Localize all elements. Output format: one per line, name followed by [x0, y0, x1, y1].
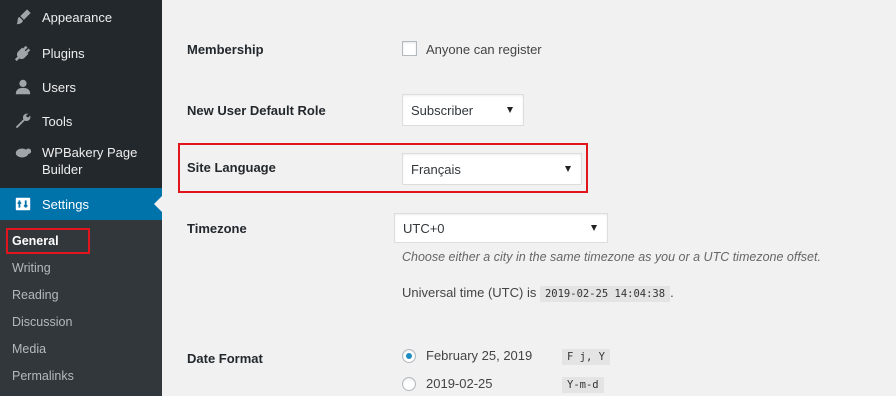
submenu-label: Permalinks	[12, 369, 74, 383]
submenu-label: Discussion	[12, 315, 73, 329]
utc-prefix: Universal time (UTC) is	[402, 285, 537, 300]
settings-icon	[12, 195, 34, 213]
membership-label: Membership	[187, 42, 264, 57]
sidebar-item-label: WPBakery Page Builder	[42, 145, 138, 177]
anyone-can-register-label[interactable]: Anyone can register	[426, 42, 542, 57]
site-language-select[interactable]: Français	[402, 153, 582, 185]
utc-suffix: .	[670, 285, 674, 300]
sidebar-item-plugins[interactable]: Plugins	[0, 40, 162, 66]
submenu-item-reading[interactable]: Reading	[8, 285, 63, 305]
submenu-item-writing[interactable]: Writing	[8, 258, 55, 278]
settings-content: Membership Anyone can register New User …	[162, 0, 896, 396]
chevron-down-icon	[591, 225, 597, 231]
default-role-select[interactable]: Subscriber	[402, 94, 524, 126]
date-format-option-1-label[interactable]: February 25, 2019	[426, 348, 532, 363]
submenu-item-media[interactable]: Media	[8, 339, 50, 359]
site-language-value: Français	[411, 161, 461, 177]
submenu-item-discussion[interactable]: Discussion	[8, 312, 76, 332]
sidebar-item-label: Appearance	[42, 9, 113, 25]
date-format-option-1-code-wrap: F j, Y	[562, 347, 610, 365]
timezone-label: Timezone	[187, 221, 247, 236]
anyone-can-register-checkbox[interactable]	[402, 41, 417, 56]
submenu-label: Writing	[12, 261, 51, 275]
date-format-radio-2[interactable]	[402, 377, 416, 391]
sidebar-item-label: Tools	[42, 113, 73, 129]
default-role-value: Subscriber	[411, 102, 474, 118]
timezone-select[interactable]: UTC+0	[394, 213, 608, 243]
sidebar-item-users[interactable]: Users	[0, 74, 162, 100]
default-role-label: New User Default Role	[187, 103, 326, 118]
chevron-down-icon	[507, 107, 513, 113]
timezone-value: UTC+0	[403, 220, 445, 236]
submenu-item-general[interactable]: General	[6, 228, 90, 254]
date-format-option-2-label[interactable]: 2019-02-25	[426, 376, 493, 391]
utc-time-readout: Universal time (UTC) is 2019-02-25 14:04…	[402, 285, 674, 302]
timezone-description: Choose either a city in the same timezon…	[402, 250, 821, 264]
utc-time-code: 2019-02-25 14:04:38	[539, 286, 671, 302]
wpbakery-icon	[12, 144, 34, 162]
site-language-label: Site Language	[187, 160, 276, 175]
sidebar-item-tools[interactable]: Tools	[0, 108, 162, 134]
wrench-icon	[12, 112, 34, 130]
paintbrush-icon	[12, 8, 34, 26]
settings-submenu: General Writing Reading Discussion Media…	[0, 220, 162, 396]
submenu-label: General	[12, 234, 59, 248]
date-format-label: Date Format	[187, 351, 263, 366]
sidebar-item-label: Users	[42, 79, 76, 95]
date-format-option-2-code: Y-m-d	[562, 377, 604, 393]
sidebar-item-label: Plugins	[42, 45, 85, 61]
submenu-label: Reading	[12, 288, 59, 302]
date-format-option-1-code: F j, Y	[562, 349, 610, 365]
chevron-down-icon	[565, 166, 571, 172]
sidebar-item-wpbakery[interactable]: WPBakery Page Builder	[0, 144, 162, 180]
plug-icon	[12, 44, 34, 62]
active-indicator	[154, 196, 162, 212]
submenu-item-permalinks[interactable]: Permalinks	[8, 366, 78, 386]
date-format-radio-1[interactable]	[402, 349, 416, 363]
sidebar-item-label: Settings	[42, 196, 89, 212]
user-icon	[12, 78, 34, 96]
sidebar-item-appearance[interactable]: Appearance	[0, 4, 162, 30]
sidebar-item-settings[interactable]: Settings	[0, 188, 162, 220]
submenu-label: Media	[12, 342, 47, 356]
admin-sidebar: Appearance Plugins Users Tools WPBakery …	[0, 0, 162, 396]
date-format-option-2-code-wrap: Y-m-d	[562, 375, 604, 393]
